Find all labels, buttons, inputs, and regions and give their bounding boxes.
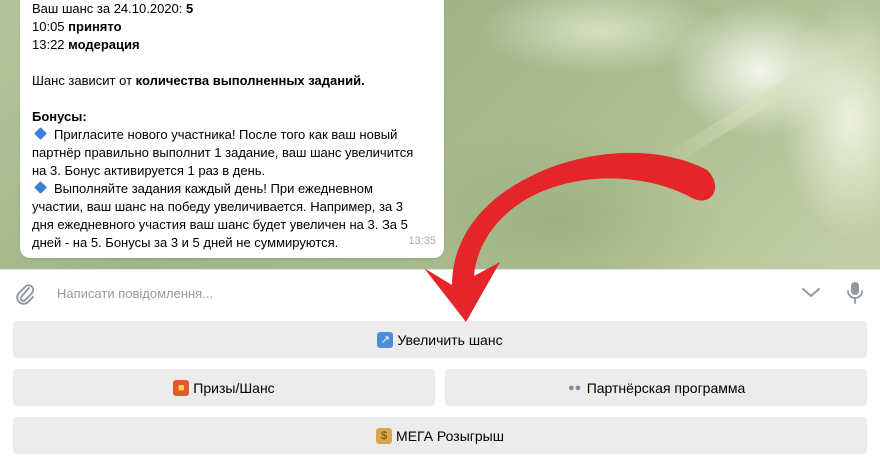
prizes-label: Призы/Шанс [193, 379, 275, 396]
bot-keyboard: ↗ Увеличить шанс ■ Призы/Шанс ●● Партнёрска… [0, 316, 880, 461]
bonus-2-line-3: дня ежедневного участия ваш шанс будет у… [32, 217, 408, 232]
bonus-1-line-2: партнёр правильно выполнит 1 задание, ва… [32, 145, 414, 160]
people-icon: ●● [568, 381, 582, 394]
bonus-1-line-1: Пригласите нового участника! После того … [32, 126, 430, 144]
message-bubble: Ваш шанс за 24.10.2020: 5 10:05 принято … [20, 0, 444, 258]
bonus-2-line-1: Выполняйте задания каждый день! При ежед… [32, 180, 430, 198]
increase-chance-button[interactable]: ↗ Увеличить шанс [13, 321, 867, 358]
message-line-moderation: 13:22 модерация [32, 37, 140, 52]
bonus-2-line-2: участии, ваш шанс на победу увеличиваетс… [32, 199, 404, 214]
diamond-icon [34, 181, 47, 194]
arrow-up-right-icon: ↗ [377, 331, 394, 348]
message-input[interactable]: Написати повідомлення... [57, 286, 213, 301]
message-line-accepted: 10:05 принято [32, 19, 122, 34]
chat-background: Ваш шанс за 24.10.2020: 5 10:05 принято … [0, 0, 880, 269]
partner-program-button[interactable]: ●● Партнёрская программа [445, 369, 867, 406]
bonus-2-line-4: дней - на 5. Бонусы за 3 и 5 дней не сум… [32, 235, 339, 250]
message-line-depends: Шанс зависит от количества выполненных з… [32, 73, 365, 88]
increase-chance-label: Увеличить шанс [397, 331, 503, 348]
paperclip-icon[interactable] [14, 282, 36, 306]
partner-program-label: Партнёрская программа [586, 379, 746, 396]
chevron-down-icon[interactable] [800, 284, 822, 302]
money-bag-icon: $ [376, 427, 393, 444]
mega-draw-button[interactable]: $ МЕГА Розыгрыш [13, 417, 867, 454]
microphone-icon[interactable] [845, 280, 865, 306]
background-flower-stem [656, 22, 880, 172]
bonus-1-line-3: на 3. Бонус активируется 1 раз в день. [32, 163, 266, 178]
message-line-chance: Ваш шанс за 24.10.2020: 5 [32, 1, 194, 16]
prizes-button[interactable]: ■ Призы/Шанс [13, 369, 435, 406]
message-time: 13:35 [408, 235, 436, 247]
mega-draw-label: МЕГА Розыгрыш [396, 427, 504, 444]
diamond-icon [34, 127, 47, 140]
gift-icon: ■ [173, 379, 190, 396]
message-input-bar: Написати повідомлення... [0, 269, 880, 316]
message-bonuses-heading: Бонусы: [32, 109, 87, 124]
